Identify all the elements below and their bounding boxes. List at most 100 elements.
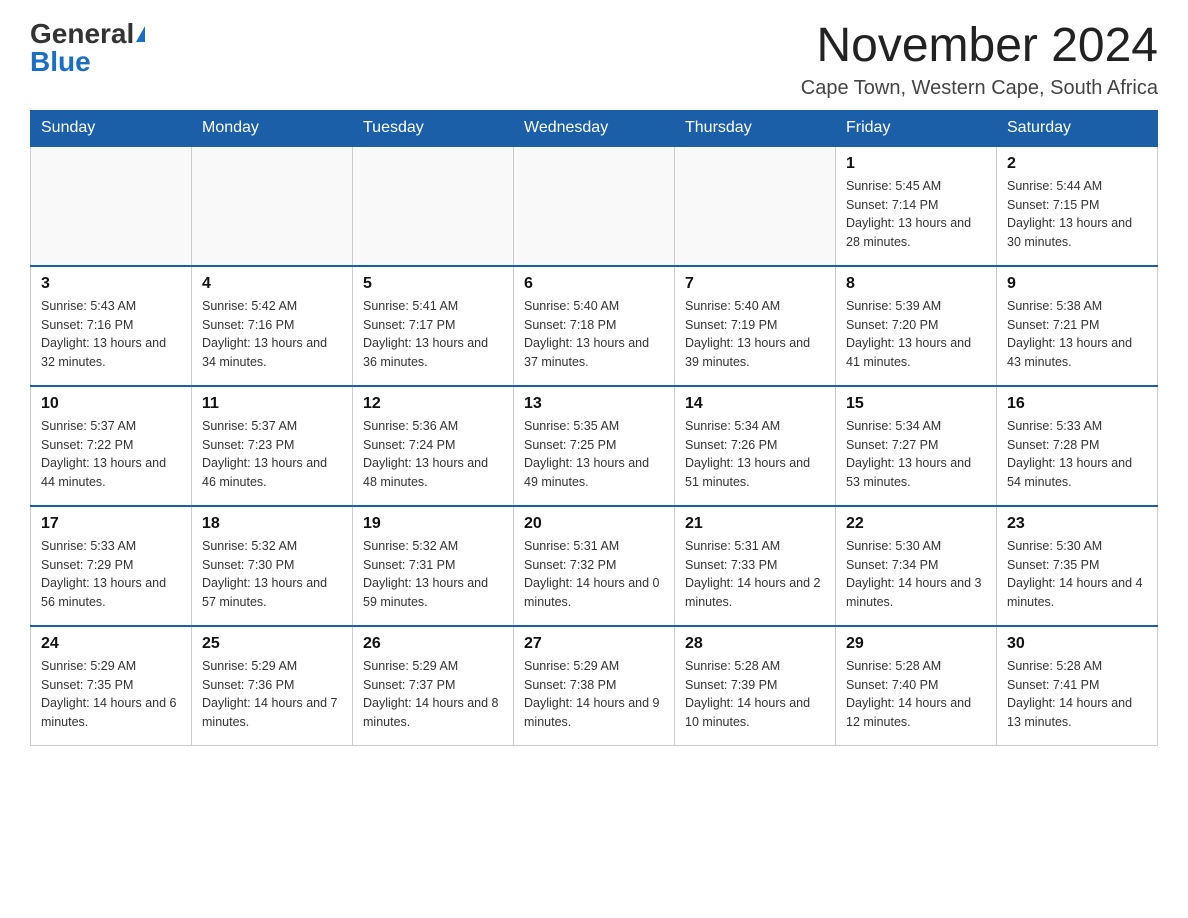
calendar-cell: 1Sunrise: 5:45 AM Sunset: 7:14 PM Daylig… bbox=[836, 146, 997, 266]
calendar-cell: 27 Sunrise: 5:29 AM Sunset: 7:38 PM Dayli… bbox=[514, 626, 675, 746]
logo-triangle-icon bbox=[136, 26, 145, 42]
calendar-cell: 11 Sunrise: 5:37 AM Sunset: 7:23 PM Dayli… bbox=[192, 386, 353, 506]
calendar-cell: 17Sunrise: 5:33 AM Sunset: 7:29 PM Dayli… bbox=[31, 506, 192, 626]
day-info: Sunrise: 5:30 AM Sunset: 7:34 PM Dayligh… bbox=[846, 537, 986, 612]
week-row-1: 3 Sunrise: 5:43 AM Sunset: 7:16 PM Daylig… bbox=[31, 266, 1158, 386]
day-info: Sunrise: 5:29 AM Sunset: 7:38 PM Dayligh… bbox=[524, 657, 664, 732]
day-number: 23 bbox=[1007, 515, 1147, 533]
day-number: 27 bbox=[524, 635, 664, 653]
day-info: Sunrise: 5:28 AM Sunset: 7:40 PM Dayligh… bbox=[846, 657, 986, 732]
day-number: 22 bbox=[846, 515, 986, 533]
day-info: Sunrise: 5:37 AM Sunset: 7:22 PM Dayligh… bbox=[41, 417, 181, 492]
logo-general: General bbox=[30, 20, 134, 48]
calendar-cell: 2Sunrise: 5:44 AM Sunset: 7:15 PM Daylig… bbox=[997, 146, 1158, 266]
calendar-cell: 8Sunrise: 5:39 AM Sunset: 7:20 PM Daylig… bbox=[836, 266, 997, 386]
day-info: Sunrise: 5:43 AM Sunset: 7:16 PM Dayligh… bbox=[41, 297, 181, 372]
calendar-cell bbox=[353, 146, 514, 266]
day-number: 2 bbox=[1007, 155, 1147, 173]
calendar-cell: 14 Sunrise: 5:34 AM Sunset: 7:26 PM Dayli… bbox=[675, 386, 836, 506]
calendar-cell: 23 Sunrise: 5:30 AM Sunset: 7:35 PM Dayli… bbox=[997, 506, 1158, 626]
day-info: Sunrise: 5:39 AM Sunset: 7:20 PM Dayligh… bbox=[846, 297, 986, 372]
header-day-wednesday: Wednesday bbox=[514, 110, 675, 146]
title-block: November 2024 Cape Town, Western Cape, S… bbox=[801, 20, 1158, 100]
week-row-3: 17Sunrise: 5:33 AM Sunset: 7:29 PM Dayli… bbox=[31, 506, 1158, 626]
calendar-cell: 12 Sunrise: 5:36 AM Sunset: 7:24 PM Dayli… bbox=[353, 386, 514, 506]
day-number: 1 bbox=[846, 155, 986, 173]
location: Cape Town, Western Cape, South Africa bbox=[801, 77, 1158, 100]
day-number: 12 bbox=[363, 395, 503, 413]
day-info: Sunrise: 5:30 AM Sunset: 7:35 PM Dayligh… bbox=[1007, 537, 1147, 612]
day-info: Sunrise: 5:34 AM Sunset: 7:26 PM Dayligh… bbox=[685, 417, 825, 492]
header-day-monday: Monday bbox=[192, 110, 353, 146]
day-info: Sunrise: 5:32 AM Sunset: 7:30 PM Dayligh… bbox=[202, 537, 342, 612]
day-info: Sunrise: 5:28 AM Sunset: 7:39 PM Dayligh… bbox=[685, 657, 825, 732]
header-day-sunday: Sunday bbox=[31, 110, 192, 146]
calendar-cell: 3 Sunrise: 5:43 AM Sunset: 7:16 PM Daylig… bbox=[31, 266, 192, 386]
day-number: 9 bbox=[1007, 275, 1147, 293]
day-info: Sunrise: 5:36 AM Sunset: 7:24 PM Dayligh… bbox=[363, 417, 503, 492]
calendar-cell bbox=[514, 146, 675, 266]
day-number: 14 bbox=[685, 395, 825, 413]
day-number: 4 bbox=[202, 275, 342, 293]
header-day-saturday: Saturday bbox=[997, 110, 1158, 146]
day-info: Sunrise: 5:35 AM Sunset: 7:25 PM Dayligh… bbox=[524, 417, 664, 492]
day-info: Sunrise: 5:29 AM Sunset: 7:36 PM Dayligh… bbox=[202, 657, 342, 732]
logo: General Blue bbox=[30, 20, 145, 76]
calendar-cell: 30 Sunrise: 5:28 AM Sunset: 7:41 PM Dayli… bbox=[997, 626, 1158, 746]
calendar-cell: 15 Sunrise: 5:34 AM Sunset: 7:27 PM Dayli… bbox=[836, 386, 997, 506]
day-number: 13 bbox=[524, 395, 664, 413]
calendar-cell: 19Sunrise: 5:32 AM Sunset: 7:31 PM Dayli… bbox=[353, 506, 514, 626]
calendar-cell bbox=[192, 146, 353, 266]
day-info: Sunrise: 5:29 AM Sunset: 7:37 PM Dayligh… bbox=[363, 657, 503, 732]
calendar-cell: 28Sunrise: 5:28 AM Sunset: 7:39 PM Dayli… bbox=[675, 626, 836, 746]
calendar-cell: 16Sunrise: 5:33 AM Sunset: 7:28 PM Dayli… bbox=[997, 386, 1158, 506]
day-number: 3 bbox=[41, 275, 181, 293]
day-info: Sunrise: 5:40 AM Sunset: 7:19 PM Dayligh… bbox=[685, 297, 825, 372]
day-number: 21 bbox=[685, 515, 825, 533]
calendar-cell bbox=[675, 146, 836, 266]
day-number: 17 bbox=[41, 515, 181, 533]
calendar-cell: 13 Sunrise: 5:35 AM Sunset: 7:25 PM Dayli… bbox=[514, 386, 675, 506]
calendar-cell: 9 Sunrise: 5:38 AM Sunset: 7:21 PM Daylig… bbox=[997, 266, 1158, 386]
day-number: 7 bbox=[685, 275, 825, 293]
calendar-cell: 22 Sunrise: 5:30 AM Sunset: 7:34 PM Dayli… bbox=[836, 506, 997, 626]
day-number: 10 bbox=[41, 395, 181, 413]
header-day-thursday: Thursday bbox=[675, 110, 836, 146]
day-info: Sunrise: 5:42 AM Sunset: 7:16 PM Dayligh… bbox=[202, 297, 342, 372]
calendar-cell: 5 Sunrise: 5:41 AM Sunset: 7:17 PM Daylig… bbox=[353, 266, 514, 386]
day-number: 26 bbox=[363, 635, 503, 653]
calendar-cell: 6 Sunrise: 5:40 AM Sunset: 7:18 PM Daylig… bbox=[514, 266, 675, 386]
day-info: Sunrise: 5:40 AM Sunset: 7:18 PM Dayligh… bbox=[524, 297, 664, 372]
day-info: Sunrise: 5:41 AM Sunset: 7:17 PM Dayligh… bbox=[363, 297, 503, 372]
day-info: Sunrise: 5:29 AM Sunset: 7:35 PM Dayligh… bbox=[41, 657, 181, 732]
day-number: 6 bbox=[524, 275, 664, 293]
calendar-cell: 26 Sunrise: 5:29 AM Sunset: 7:37 PM Dayli… bbox=[353, 626, 514, 746]
calendar-table: SundayMondayTuesdayWednesdayThursdayFrid… bbox=[30, 110, 1158, 747]
week-row-4: 24 Sunrise: 5:29 AM Sunset: 7:35 PM Dayli… bbox=[31, 626, 1158, 746]
week-row-2: 10 Sunrise: 5:37 AM Sunset: 7:22 PM Dayli… bbox=[31, 386, 1158, 506]
day-number: 29 bbox=[846, 635, 986, 653]
day-info: Sunrise: 5:31 AM Sunset: 7:32 PM Dayligh… bbox=[524, 537, 664, 612]
calendar-body: 1Sunrise: 5:45 AM Sunset: 7:14 PM Daylig… bbox=[31, 146, 1158, 746]
day-number: 15 bbox=[846, 395, 986, 413]
week-row-0: 1Sunrise: 5:45 AM Sunset: 7:14 PM Daylig… bbox=[31, 146, 1158, 266]
calendar-cell: 29 Sunrise: 5:28 AM Sunset: 7:40 PM Dayli… bbox=[836, 626, 997, 746]
calendar-cell: 18 Sunrise: 5:32 AM Sunset: 7:30 PM Dayli… bbox=[192, 506, 353, 626]
calendar-cell: 24 Sunrise: 5:29 AM Sunset: 7:35 PM Dayli… bbox=[31, 626, 192, 746]
day-info: Sunrise: 5:34 AM Sunset: 7:27 PM Dayligh… bbox=[846, 417, 986, 492]
header-row: SundayMondayTuesdayWednesdayThursdayFrid… bbox=[31, 110, 1158, 146]
day-number: 30 bbox=[1007, 635, 1147, 653]
day-info: Sunrise: 5:28 AM Sunset: 7:41 PM Dayligh… bbox=[1007, 657, 1147, 732]
calendar-cell: 25Sunrise: 5:29 AM Sunset: 7:36 PM Dayli… bbox=[192, 626, 353, 746]
day-info: Sunrise: 5:38 AM Sunset: 7:21 PM Dayligh… bbox=[1007, 297, 1147, 372]
calendar-cell: 4 Sunrise: 5:42 AM Sunset: 7:16 PM Daylig… bbox=[192, 266, 353, 386]
day-info: Sunrise: 5:31 AM Sunset: 7:33 PM Dayligh… bbox=[685, 537, 825, 612]
day-info: Sunrise: 5:32 AM Sunset: 7:31 PM Dayligh… bbox=[363, 537, 503, 612]
day-number: 18 bbox=[202, 515, 342, 533]
day-number: 24 bbox=[41, 635, 181, 653]
day-number: 5 bbox=[363, 275, 503, 293]
day-number: 11 bbox=[202, 395, 342, 413]
day-info: Sunrise: 5:37 AM Sunset: 7:23 PM Dayligh… bbox=[202, 417, 342, 492]
calendar-cell: 7 Sunrise: 5:40 AM Sunset: 7:19 PM Daylig… bbox=[675, 266, 836, 386]
header-day-friday: Friday bbox=[836, 110, 997, 146]
